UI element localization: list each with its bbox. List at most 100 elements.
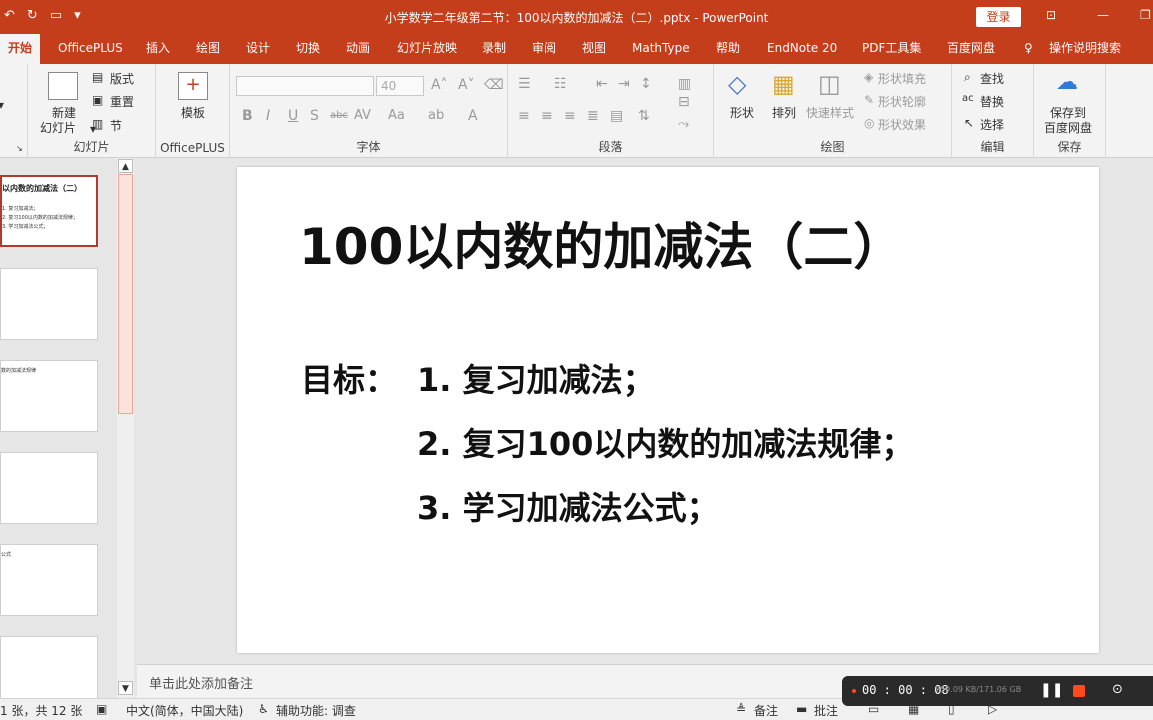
accessibility-status[interactable]: 辅助功能: 调查 <box>276 702 356 719</box>
find-button[interactable]: 查找 <box>980 70 1004 87</box>
restore-icon[interactable]: ❐ <box>1140 8 1151 22</box>
slide-canvas[interactable]: 100以内数的加减法（二） 目标： 1. 复习加减法； 2. 复习100以内数的… <box>237 167 1099 653</box>
quick-styles-button[interactable]: 快速样式 <box>806 104 854 121</box>
language-indicator[interactable]: 中文(简体，中国大陆) <box>126 702 243 719</box>
stop-icon[interactable] <box>1073 685 1085 697</box>
slide-thumbnail[interactable]: 公式 <box>0 544 98 616</box>
tab-officeplus[interactable]: OfficePLUS <box>58 34 123 64</box>
clipboard-launcher-icon[interactable]: ↘ <box>16 144 23 153</box>
tab-transitions[interactable]: 切换 <box>296 34 320 64</box>
select-button[interactable]: 选择 <box>980 116 1004 133</box>
shapes-button[interactable]: 形状 <box>730 104 754 121</box>
align-left-icon[interactable]: ≡ <box>518 108 530 124</box>
slide-title[interactable]: 100以内数的加减法（二） <box>299 207 903 279</box>
tab-design[interactable]: 设计 <box>246 34 270 64</box>
save-to-netdisk-label[interactable]: 百度网盘 <box>1044 119 1092 136</box>
login-button[interactable]: 登录 <box>976 7 1021 27</box>
paragraph-group: ☰ ☷ ⇤ ⇥ ↕ ▥ ≡ ≡ ≡ ≣ ▤ ⇅ ⊟ ⤳ 段落 <box>508 64 714 158</box>
ribbon-display-icon[interactable]: ⊡ <box>1046 8 1056 22</box>
notes-placeholder[interactable]: 单击此处添加备注 <box>149 673 253 692</box>
line-spacing-icon[interactable]: ↕ <box>640 76 652 92</box>
justify-icon[interactable]: ≣ <box>587 108 599 124</box>
pause-icon[interactable]: ❚❚ <box>1040 682 1063 698</box>
comments-button[interactable]: 批注 <box>814 702 838 719</box>
arrange-button[interactable]: 排列 <box>772 104 796 121</box>
template-button[interactable]: 模板 <box>181 104 205 121</box>
shrink-font-icon[interactable]: A˅ <box>458 77 475 93</box>
notes-button[interactable]: 备注 <box>754 702 778 719</box>
bullets-icon[interactable]: ☰ <box>518 76 531 92</box>
underline-icon[interactable]: U <box>288 108 298 124</box>
align-right-icon[interactable]: ≡ <box>564 108 576 124</box>
slide-thumbnail[interactable] <box>0 268 98 340</box>
font-name-combobox[interactable] <box>236 76 374 96</box>
strikethrough-icon[interactable]: abc <box>330 110 348 121</box>
baidu-cloud-icon[interactable]: ☁ <box>1056 70 1078 95</box>
numbering-icon[interactable]: ☷ <box>554 76 567 92</box>
new-slide-icon[interactable] <box>48 72 78 100</box>
tab-endnote[interactable]: EndNote 20 <box>767 34 837 64</box>
template-icon[interactable]: + <box>178 72 208 100</box>
increase-indent-icon[interactable]: ⇥ <box>618 76 630 92</box>
scroll-up-icon[interactable]: ▲ <box>118 159 133 173</box>
spellcheck-icon[interactable]: ▣ <box>96 702 107 716</box>
align-text-icon[interactable]: ⊟ <box>678 94 690 110</box>
quick-styles-icon[interactable]: ◫ <box>818 70 841 98</box>
shadow-icon[interactable]: S <box>310 108 319 124</box>
text-direction-icon[interactable]: ⇅ <box>638 108 650 124</box>
decrease-indent-icon[interactable]: ⇤ <box>596 76 608 92</box>
tab-draw[interactable]: 绘图 <box>196 34 220 64</box>
grow-font-icon[interactable]: A˄ <box>431 77 448 93</box>
tab-view[interactable]: 视图 <box>582 34 606 64</box>
tab-slideshow[interactable]: 幻灯片放映 <box>397 34 457 64</box>
align-center-icon[interactable]: ≡ <box>541 108 553 124</box>
italic-icon[interactable]: I <box>266 108 270 124</box>
clear-format-icon[interactable]: ⌫ <box>484 77 504 93</box>
tab-review[interactable]: 审阅 <box>532 34 556 64</box>
camera-icon[interactable]: ⊙ <box>1112 682 1123 697</box>
layout-button[interactable]: 版式 <box>110 70 134 87</box>
minimize-icon[interactable]: — <box>1097 8 1109 22</box>
slide-thumbnail-pane: 以内数的加减法（二） 1. 复习加减法； 2. 复习100以内数的加减法规律； … <box>0 158 136 708</box>
distributed-icon[interactable]: ▤ <box>610 108 623 124</box>
section-button[interactable]: 节 <box>110 117 122 134</box>
shape-outline-button[interactable]: 形状轮廓 <box>878 93 926 110</box>
goal-item[interactable]: 3. 学习加减法公式； <box>417 483 719 529</box>
tab-record[interactable]: 录制 <box>482 34 506 64</box>
slide-thumbnail[interactable]: 数的加减法规律 <box>0 360 98 432</box>
tab-animations[interactable]: 动画 <box>346 34 370 64</box>
tab-baidu-netdisk[interactable]: 百度网盘 <box>947 34 995 64</box>
reset-button[interactable]: 重置 <box>110 93 134 110</box>
columns-icon[interactable]: ▥ <box>678 76 691 92</box>
font-color-icon[interactable]: A <box>468 108 478 124</box>
scrollbar-thumb[interactable] <box>118 174 133 414</box>
tell-me-search[interactable]: 操作说明搜索 <box>1049 34 1121 64</box>
smartart-icon[interactable]: ⤳ <box>678 116 689 132</box>
tab-help[interactable]: 帮助 <box>716 34 740 64</box>
replace-button[interactable]: 替换 <box>980 93 1004 110</box>
thumbnail-line: 1. 复习加减法； <box>2 206 39 212</box>
arrange-icon[interactable]: ▦ <box>772 70 795 98</box>
slide-thumbnail[interactable] <box>0 452 98 524</box>
slide-thumbnail[interactable]: 以内数的加减法（二） 1. 复习加减法； 2. 复习100以内数的加减法规律； … <box>0 175 98 247</box>
tab-insert[interactable]: 插入 <box>146 34 170 64</box>
highlight-icon[interactable]: ab <box>428 108 444 123</box>
new-slide-label-2[interactable]: 幻灯片 <box>40 119 76 136</box>
change-case-icon[interactable]: Aa <box>388 108 405 123</box>
goal-label[interactable]: 目标： <box>301 355 397 401</box>
bold-icon[interactable]: B <box>242 108 253 124</box>
clipboard-dropdown-icon[interactable]: ▾ <box>0 98 4 112</box>
shapes-icon[interactable]: ◇ <box>728 70 746 98</box>
scroll-down-icon[interactable]: ▼ <box>118 681 133 695</box>
goal-item[interactable]: 1. 复习加减法； <box>417 355 655 401</box>
thumbnail-line: 公式 <box>1 552 12 558</box>
thumbnail-scrollbar[interactable]: ▲ ▼ <box>117 158 134 698</box>
tab-mathtype[interactable]: MathType <box>632 34 690 64</box>
font-size-combobox[interactable]: 40 <box>376 76 424 96</box>
goal-item[interactable]: 2. 复习100以内数的加减法规律； <box>417 419 913 465</box>
shape-effects-button[interactable]: 形状效果 <box>878 116 926 133</box>
tab-home[interactable]: 开始 <box>0 34 41 64</box>
tab-pdf-tools[interactable]: PDF工具集 <box>862 34 921 64</box>
shape-fill-button[interactable]: 形状填充 <box>878 70 926 87</box>
char-spacing-icon[interactable]: AV <box>354 108 371 123</box>
